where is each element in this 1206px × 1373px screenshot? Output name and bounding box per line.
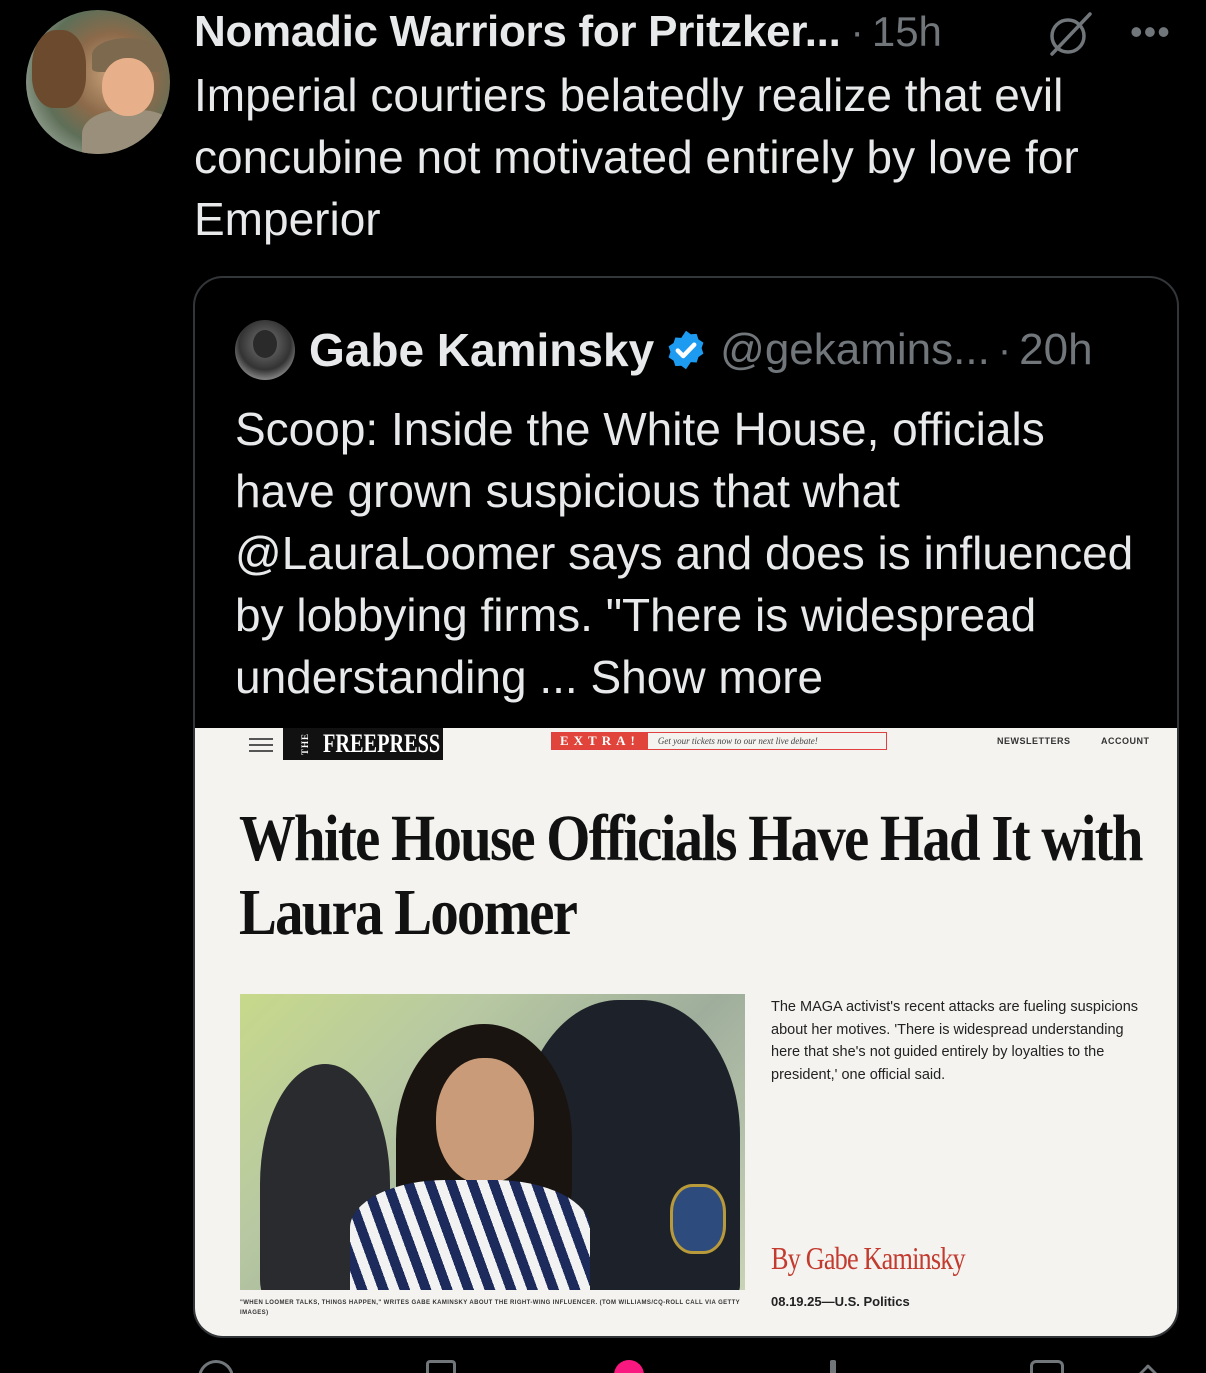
avatar-face <box>102 58 154 116</box>
quoted-post-text: Scoop: Inside the White House, officials… <box>235 398 1155 708</box>
verified-badge-icon <box>668 330 704 370</box>
views-icon[interactable] <box>830 1360 836 1373</box>
author-avatar[interactable] <box>26 10 170 154</box>
show-more-link[interactable]: Show more <box>590 651 823 703</box>
photo-caption: "WHEN LOOMER TALKS, THINGS HAPPEN," WRIT… <box>240 1300 740 1316</box>
like-icon[interactable] <box>614 1360 644 1373</box>
extra-badge: EXTRA! <box>552 733 648 749</box>
menu-icon <box>249 738 273 752</box>
article-dek: The MAGA activist's recent attacks are f… <box>771 999 1139 1083</box>
reply-icon[interactable] <box>198 1360 234 1373</box>
article-photo <box>240 994 745 1290</box>
nav-newsletters: NEWSLETTERS <box>997 736 1071 746</box>
post-time[interactable]: 15h <box>872 8 942 56</box>
author-name[interactable]: Nomadic Warriors for Pritzker... <box>194 7 841 57</box>
nav-account: ACCOUNT <box>1101 736 1150 746</box>
avatar-robe <box>82 110 170 154</box>
quoted-author-avatar[interactable] <box>235 320 295 380</box>
post-header: Nomadic Warriors for Pritzker... · 15h <box>194 6 942 58</box>
quoted-author-handle[interactable]: @gekamins... <box>720 325 990 375</box>
logo-the: THE <box>300 732 310 755</box>
article-headline: White House Officials Have Had It with L… <box>239 802 1143 949</box>
article-screenshot[interactable]: THE FREEPRESS EXTRA! Get your tickets no… <box>195 728 1177 1336</box>
photo-officer-patch <box>670 1184 726 1254</box>
quoted-avatar-face <box>253 330 277 358</box>
grok-icon[interactable] <box>1044 10 1096 58</box>
repost-icon[interactable] <box>426 1360 456 1373</box>
article-dateline: 08.19.25—U.S. Politics <box>771 1294 910 1309</box>
avatar-falcon <box>32 30 86 108</box>
more-icon[interactable]: ••• <box>1130 14 1171 50</box>
quoted-author-name[interactable]: Gabe Kaminsky <box>309 323 654 377</box>
logo-main: FREEPRESS <box>323 729 441 758</box>
share-icon[interactable] <box>1133 1363 1163 1373</box>
extra-text: Get your tickets now to our next live de… <box>657 736 818 746</box>
photo-striped-shirt <box>350 1180 590 1290</box>
post-text: Imperial courtiers belatedly realize tha… <box>194 69 1079 245</box>
quoted-post-header: Gabe Kaminsky @gekamins... · 20h <box>235 318 1093 382</box>
quoted-header-separator: · <box>997 327 1012 372</box>
action-bar <box>194 1360 1184 1373</box>
quoted-post-time[interactable]: 20h <box>1019 325 1092 375</box>
header-separator: · <box>850 9 864 54</box>
photo-woman-face <box>436 1058 534 1184</box>
extra-banner: EXTRA! Get your tickets now to our next … <box>551 732 887 750</box>
article-byline: By Gabe Kaminsky <box>771 1240 966 1276</box>
article-nav: THE FREEPRESS EXTRA! Get your tickets no… <box>195 728 1177 764</box>
bookmark-icon[interactable] <box>1030 1360 1064 1373</box>
quoted-post-card[interactable]: Gabe Kaminsky @gekamins... · 20h Scoop: … <box>193 276 1179 1338</box>
free-press-logo: THE FREEPRESS <box>283 728 443 760</box>
